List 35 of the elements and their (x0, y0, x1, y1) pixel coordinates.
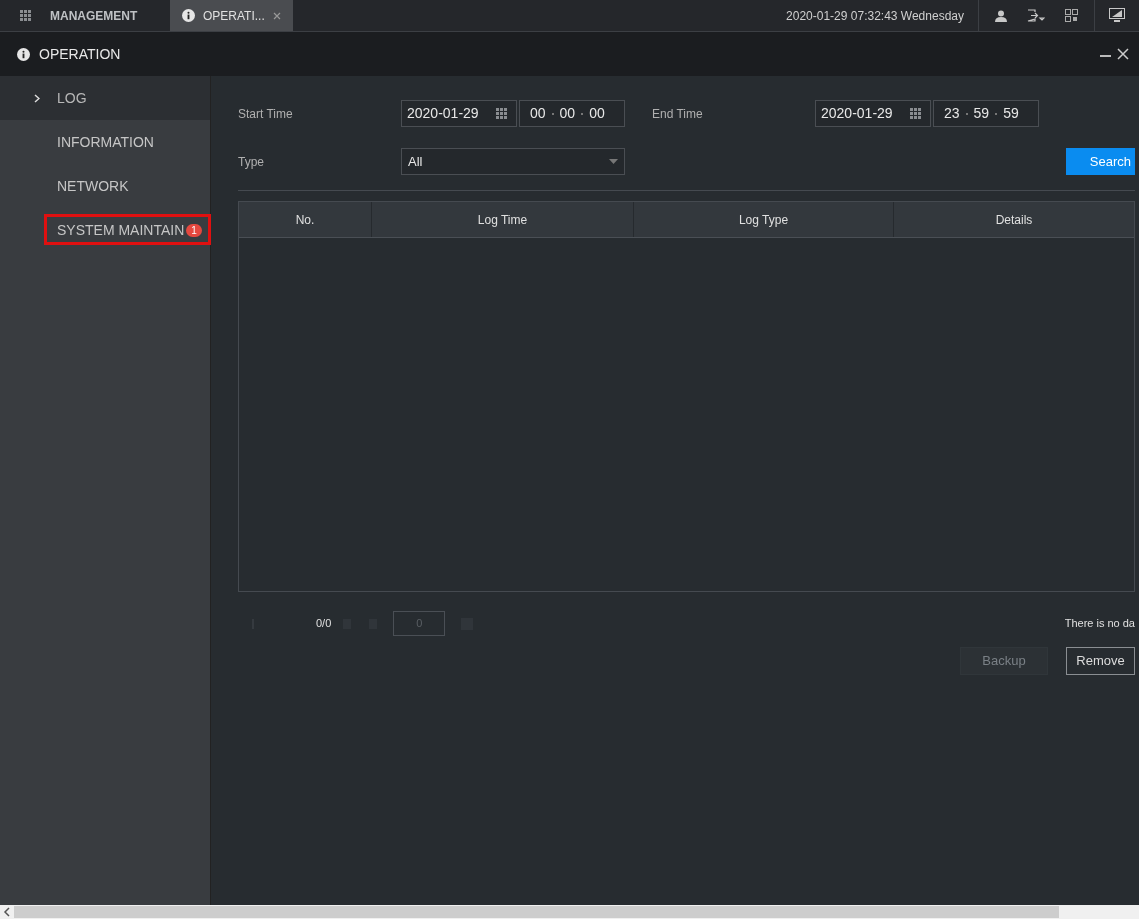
menu-label[interactable]: MANAGEMENT (50, 6, 138, 25)
sidebar-item[interactable]: LOG (0, 76, 210, 120)
calendar-icon (910, 107, 922, 120)
field-label: End Time (652, 105, 704, 123)
date-field[interactable]: 2020-01-29 (815, 100, 931, 127)
qr-code-icon[interactable] (1065, 9, 1078, 22)
type-select[interactable]: All (401, 148, 625, 175)
calendar-icon (496, 107, 508, 120)
column-header: Log Type (633, 202, 893, 237)
field-label: Start Time (238, 105, 294, 123)
date-field[interactable]: 2020-01-29 (401, 100, 517, 127)
field-label: Type (238, 153, 265, 171)
monitor-icon[interactable] (1109, 8, 1125, 23)
notification-badge: 1 (186, 223, 202, 237)
page-count: 0/0 (316, 616, 332, 632)
info-icon (17, 47, 30, 61)
time-field[interactable]: 00 00 00 (519, 100, 625, 127)
info-icon (182, 9, 195, 22)
apps-icon (20, 9, 32, 22)
tab[interactable]: OPERATI... (170, 0, 293, 31)
chevron-icon (34, 94, 40, 103)
logout-icon[interactable] (1027, 9, 1045, 22)
search-button[interactable]: Search (1066, 148, 1135, 175)
scroll-thumb[interactable] (14, 906, 1059, 918)
close-icon[interactable] (1117, 48, 1129, 60)
column-header: Details (893, 202, 1134, 237)
time-field[interactable]: 23 59 59 (933, 100, 1039, 127)
action-button[interactable]: Remove (1066, 647, 1135, 675)
caret-icon (609, 159, 618, 164)
status-text: There is no da (1064, 616, 1135, 632)
window-title: OPERATION (39, 44, 121, 64)
datetime: 2020-01-29 07:32:43 Wednesday (786, 7, 965, 25)
column-header: Log Time (371, 202, 633, 237)
column-header: No. (294, 211, 316, 229)
user-icon[interactable] (995, 9, 1007, 22)
